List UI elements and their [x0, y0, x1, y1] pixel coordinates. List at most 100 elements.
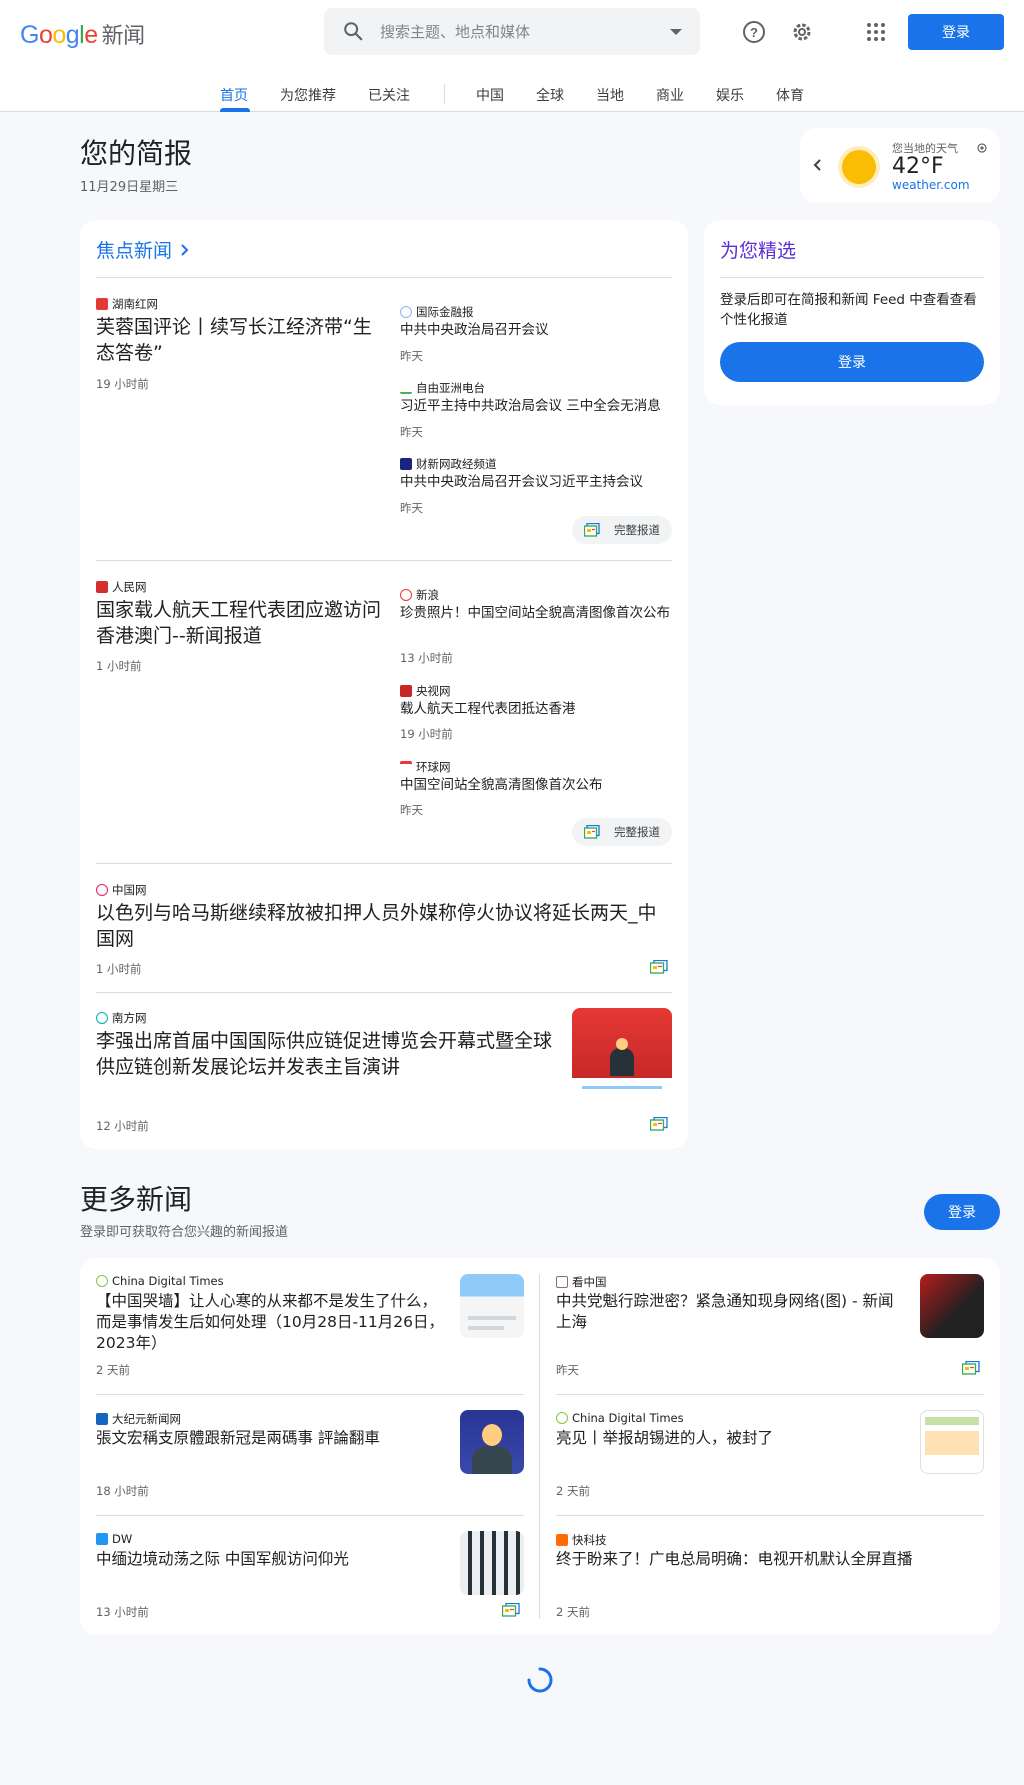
related-headline-link[interactable]: 载人航天工程代表团抵达香港: [400, 700, 672, 719]
article-thumbnail[interactable]: [920, 1274, 984, 1338]
full-coverage-label: 完整报道: [614, 523, 660, 537]
article-source[interactable]: 南方网: [96, 1010, 147, 1026]
more-news-signin-button[interactable]: 登录: [924, 1194, 1000, 1230]
headline-link[interactable]: 【中国哭墙】让人心寒的从来都不是发生了什么，而是事情发生后如何处理（10月28日…: [96, 1291, 452, 1354]
headline-link[interactable]: 中共党魁行踪泄密？紧急通知现身网络(图) - 新闻 上海: [556, 1291, 912, 1333]
google-news-logo[interactable]: Google 新闻: [20, 18, 145, 50]
article-thumbnail[interactable]: [572, 1008, 672, 1108]
search-dropdown-icon[interactable]: [670, 29, 682, 35]
article-thumbnail[interactable]: [920, 1410, 984, 1474]
article-source[interactable]: 国际金融报: [400, 304, 474, 320]
location-icon[interactable]: [976, 142, 988, 154]
tab-sports[interactable]: 体育: [776, 85, 804, 105]
article-thumbnail[interactable]: [460, 1410, 524, 1474]
headline-link[interactable]: 張文宏稱支原體跟新冠是兩碼事 評論翻車: [96, 1428, 452, 1449]
article-thumbnail[interactable]: [460, 1531, 524, 1595]
article-time: 12 小时前: [96, 1119, 149, 1133]
article-source[interactable]: 快科技: [556, 1532, 607, 1548]
article-source[interactable]: 中国网: [96, 882, 147, 898]
article-source[interactable]: 财新网政经频道: [400, 456, 497, 472]
related-headline-link[interactable]: 中共中央政治局召开会议习近平主持会议: [400, 473, 672, 492]
search-icon[interactable]: [342, 20, 364, 42]
divider: [96, 863, 672, 864]
divider: [96, 1515, 524, 1516]
full-coverage-button[interactable]: 完整报道: [572, 516, 672, 544]
related-headline-link[interactable]: 珍贵照片！中国空间站全貌高清图像首次公布: [400, 604, 672, 623]
article-source[interactable]: DW: [96, 1532, 132, 1546]
source-logo-icon: [96, 581, 108, 593]
article-source[interactable]: 自由亚洲电台: [400, 380, 485, 396]
weather-widget[interactable]: 您当地的天气 42°F weather.com: [800, 128, 1000, 203]
article-source[interactable]: 央视网: [400, 683, 451, 699]
full-coverage-icon[interactable]: [502, 1603, 520, 1617]
headline-link[interactable]: 终于盼来了！广电总局明确：电视开机默认全屏直播: [556, 1549, 976, 1570]
search-input[interactable]: [380, 18, 650, 45]
headline-link[interactable]: 芙蓉国评论丨续写长江经济带“生态答卷”: [96, 314, 376, 366]
tab-entertainment[interactable]: 娱乐: [716, 85, 744, 105]
full-coverage-icon[interactable]: [962, 1361, 980, 1375]
svg-text:?: ?: [750, 25, 758, 40]
full-coverage-icon[interactable]: [650, 1117, 668, 1131]
source-name: China Digital Times: [112, 1274, 224, 1288]
thumbnail-header: [925, 1417, 979, 1425]
headline-link[interactable]: 亮见丨举报胡锡进的人，被封了: [556, 1428, 912, 1449]
header-signin-button[interactable]: 登录: [908, 14, 1004, 50]
divider: [556, 1394, 984, 1395]
full-coverage-button[interactable]: 完整报道: [572, 818, 672, 846]
headline-link[interactable]: 国家载人航天工程代表团应邀访问香港澳门--新闻报道: [96, 597, 386, 649]
headline-link[interactable]: 以色列与哈马斯继续释放被扣押人员外媒称停火协议将延长两天_中国网: [96, 900, 672, 952]
divider: [96, 1394, 524, 1395]
divider: [96, 277, 672, 278]
source-name: 国际金融报: [416, 305, 474, 319]
tab-home[interactable]: 首页: [220, 85, 248, 105]
person-body: [472, 1446, 512, 1474]
article-time: 昨天: [556, 1363, 579, 1377]
source-logo-icon: [400, 458, 412, 470]
article-source[interactable]: 新浪: [400, 587, 439, 603]
picks-signin-button[interactable]: 登录: [720, 342, 984, 382]
related-headline-link[interactable]: 中共中央政治局召开会议: [400, 321, 672, 340]
article-source[interactable]: 人民网: [96, 579, 147, 595]
source-name: 自由亚洲电台: [416, 381, 485, 395]
article-source[interactable]: China Digital Times: [556, 1411, 684, 1425]
tab-business[interactable]: 商业: [656, 85, 684, 105]
related-headline-link[interactable]: 中国空间站全貌高清图像首次公布: [400, 776, 672, 795]
sun-icon: [838, 146, 880, 188]
banner-stripe: [582, 1086, 662, 1089]
weather-source-link[interactable]: weather.com: [892, 178, 970, 192]
full-coverage-icon[interactable]: [650, 960, 668, 974]
active-tab-indicator: [220, 108, 250, 112]
source-logo-icon: [96, 298, 108, 310]
tab-following[interactable]: 已关注: [368, 85, 410, 105]
article-time: 19 小时前: [96, 377, 149, 391]
headline-link[interactable]: 中缅边境动荡之际 中国军舰访问仰光: [96, 1549, 452, 1570]
tab-china[interactable]: 中国: [476, 85, 504, 105]
article-thumbnail[interactable]: [460, 1274, 524, 1338]
related-headline-link[interactable]: 习近平主持中共政治局会议 三中全会无消息: [400, 397, 672, 416]
article-time: 2 天前: [556, 1484, 590, 1498]
tab-for-you[interactable]: 为您推荐: [280, 85, 336, 105]
article-source[interactable]: 环球网: [400, 759, 451, 775]
source-logo-icon: [96, 884, 108, 896]
article-time: 13 小时前: [400, 651, 453, 665]
more-news-subtitle: 登录即可获取符合您兴趣的新闻报道: [80, 1225, 289, 1240]
chevron-left-icon[interactable]: [812, 158, 824, 172]
thumbnail-line: [468, 1326, 504, 1330]
article-source[interactable]: China Digital Times: [96, 1274, 224, 1288]
top-stories-link[interactable]: 焦点新闻: [96, 236, 190, 263]
article-source[interactable]: 湖南红网: [96, 296, 158, 312]
article-source[interactable]: 大纪元新闻网: [96, 1411, 181, 1427]
article-source[interactable]: 看中国: [556, 1274, 607, 1290]
source-logo-icon: [96, 1533, 108, 1545]
help-icon[interactable]: ?: [734, 12, 774, 52]
article-time: 19 小时前: [400, 727, 453, 741]
picks-description: 登录后即可在简报和新闻 Feed 中查看查看个性化报道: [720, 292, 977, 328]
source-logo-icon: [556, 1276, 568, 1288]
article-time: 昨天: [400, 803, 423, 817]
search-box[interactable]: [324, 8, 700, 55]
tab-world[interactable]: 全球: [536, 85, 564, 105]
apps-grid-icon[interactable]: [856, 12, 896, 52]
headline-link[interactable]: 李强出席首届中国国际供应链促进博览会开幕式暨全球供应链创新发展论坛并发表主旨演讲: [96, 1028, 566, 1080]
tab-local[interactable]: 当地: [596, 85, 624, 105]
settings-gear-icon[interactable]: [782, 12, 822, 52]
